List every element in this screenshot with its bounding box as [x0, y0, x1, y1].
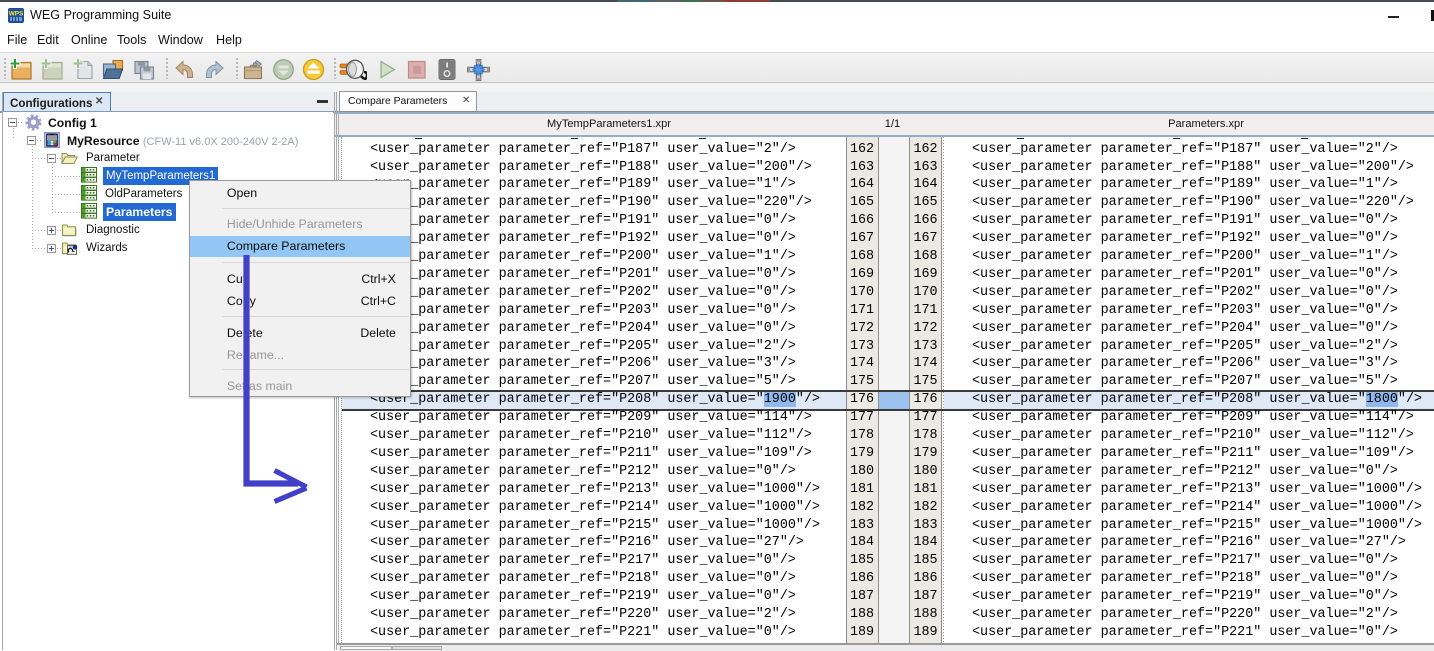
svg-text:WPS: WPS — [9, 11, 24, 18]
